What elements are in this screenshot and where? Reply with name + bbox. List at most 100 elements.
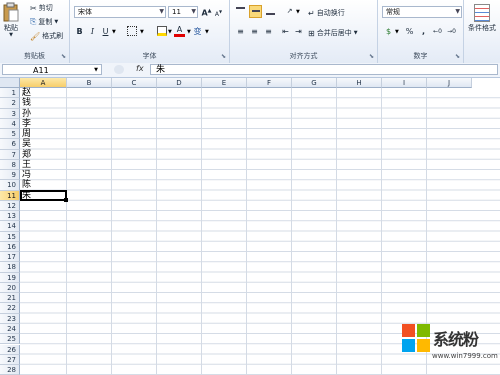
increase-decimal-button[interactable]: ←0 bbox=[432, 26, 443, 37]
decrease-indent-button[interactable]: ⇤ bbox=[280, 26, 291, 37]
align-center-button[interactable]: ≡ bbox=[249, 26, 260, 37]
row-header[interactable]: 28 bbox=[0, 365, 20, 375]
column-header[interactable]: H bbox=[337, 78, 382, 88]
italic-button[interactable]: I bbox=[87, 26, 98, 37]
row-header[interactable]: 25 bbox=[0, 334, 20, 345]
bold-button[interactable]: B bbox=[74, 26, 85, 37]
format-painter-button[interactable]: 🖌 格式刷 bbox=[30, 31, 63, 41]
cell-a-value[interactable]: 孙 bbox=[22, 109, 31, 119]
cell-a-value[interactable]: 赵 bbox=[22, 88, 31, 98]
row-header[interactable]: 1 bbox=[0, 88, 20, 99]
paste-button[interactable]: 粘贴 ▼ bbox=[3, 2, 19, 38]
cell-a-value[interactable]: 周 bbox=[22, 129, 31, 139]
font-size-combo[interactable]: 11 ▼ bbox=[168, 6, 198, 18]
currency-button[interactable]: $ bbox=[383, 26, 394, 37]
row-header[interactable]: 7 bbox=[0, 149, 20, 160]
row-header[interactable]: 14 bbox=[0, 221, 20, 232]
cell-a-value[interactable]: 王 bbox=[22, 160, 31, 170]
fill-color-button[interactable] bbox=[156, 26, 167, 37]
cell-a-value[interactable]: 郑 bbox=[22, 150, 31, 160]
orientation-button[interactable]: ↗ bbox=[284, 6, 295, 17]
align-right-button[interactable]: ≡ bbox=[263, 26, 274, 37]
insert-function-icon[interactable]: fx bbox=[136, 64, 144, 73]
column-header[interactable]: E bbox=[202, 78, 247, 88]
phonetic-button[interactable]: 变 bbox=[192, 26, 203, 37]
row-header[interactable]: 4 bbox=[0, 118, 20, 130]
row-header[interactable]: 12 bbox=[0, 200, 20, 212]
row-header[interactable]: 17 bbox=[0, 252, 20, 263]
font-color-button[interactable]: A bbox=[174, 26, 185, 37]
row-header[interactable]: 13 bbox=[0, 211, 20, 222]
column-header[interactable]: J bbox=[427, 78, 472, 88]
underline-button[interactable]: U bbox=[100, 26, 111, 37]
increase-indent-button[interactable]: ⇥ bbox=[293, 26, 304, 37]
grow-font-button[interactable]: A▲ bbox=[201, 6, 212, 18]
copy-button[interactable]: ⎘ 复制 ▼ bbox=[30, 17, 58, 27]
column-header[interactable]: F bbox=[247, 78, 292, 88]
chevron-down-icon[interactable]: ▼ bbox=[112, 29, 116, 35]
active-cell[interactable] bbox=[20, 190, 68, 203]
dialog-launcher-icon[interactable]: ⬊ bbox=[369, 53, 374, 60]
row-header[interactable]: 23 bbox=[0, 313, 20, 324]
number-format-combo[interactable]: 常规 ▼ bbox=[382, 6, 462, 18]
comma-button[interactable]: , bbox=[418, 26, 429, 37]
conditional-format-button[interactable]: 条件格式 bbox=[468, 4, 496, 33]
row-header[interactable]: 9 bbox=[0, 170, 20, 181]
merge-center-button[interactable]: ⊞ 合并后居中 ▼ bbox=[308, 28, 358, 38]
row-header[interactable]: 22 bbox=[0, 303, 20, 314]
row-header[interactable]: 19 bbox=[0, 272, 20, 283]
row-header[interactable]: 15 bbox=[0, 231, 20, 242]
name-box[interactable]: A11 ▼ bbox=[2, 64, 102, 75]
chevron-down-icon[interactable]: ▼ bbox=[296, 9, 300, 15]
row-header[interactable]: 26 bbox=[0, 344, 20, 355]
row-header[interactable]: 5 bbox=[0, 129, 20, 140]
column-header[interactable]: A bbox=[20, 78, 67, 88]
chevron-down-icon[interactable]: ▼ bbox=[140, 29, 144, 35]
chevron-down-icon[interactable]: ▼ bbox=[168, 29, 172, 35]
row-header[interactable]: 6 bbox=[0, 139, 20, 150]
decrease-decimal-button[interactable]: →0 bbox=[446, 26, 457, 37]
align-top-button[interactable] bbox=[235, 6, 246, 17]
row-header[interactable]: 27 bbox=[0, 354, 20, 365]
chevron-down-icon[interactable]: ▼ bbox=[94, 65, 98, 76]
row-header[interactable]: 20 bbox=[0, 282, 20, 294]
dialog-launcher-icon[interactable]: ⬊ bbox=[221, 53, 226, 60]
cell-a-value[interactable]: 李 bbox=[22, 119, 31, 129]
align-left-button[interactable]: ≡ bbox=[235, 26, 246, 37]
cut-button[interactable]: ✂ 剪切 bbox=[30, 3, 53, 13]
chevron-down-icon[interactable]: ▼ bbox=[395, 29, 399, 35]
column-header[interactable]: D bbox=[157, 78, 202, 88]
row-header[interactable]: 24 bbox=[0, 323, 20, 335]
column-header[interactable]: B bbox=[67, 78, 112, 88]
font-name-combo[interactable]: 宋体 ▼ bbox=[74, 6, 166, 18]
cell-a-value[interactable]: 吴 bbox=[22, 139, 31, 149]
dialog-launcher-icon[interactable]: ⬊ bbox=[455, 53, 460, 60]
resize-handle-icon[interactable] bbox=[114, 65, 124, 74]
cell-a-value[interactable]: 冯 bbox=[22, 170, 31, 180]
row-header[interactable]: 16 bbox=[0, 241, 20, 253]
cell-a-value[interactable]: 陈 bbox=[22, 180, 31, 190]
column-header[interactable]: C bbox=[112, 78, 157, 88]
chevron-down-icon[interactable]: ▼ bbox=[187, 29, 191, 35]
align-bottom-button[interactable] bbox=[265, 6, 276, 17]
fill-handle[interactable] bbox=[64, 198, 68, 203]
border-button[interactable] bbox=[126, 26, 137, 37]
align-middle-button[interactable] bbox=[249, 5, 262, 18]
formula-input[interactable]: 朱 bbox=[150, 64, 498, 75]
row-header[interactable]: 8 bbox=[0, 159, 20, 171]
select-all-corner[interactable] bbox=[0, 78, 20, 88]
chevron-down-icon[interactable]: ▼ bbox=[205, 29, 209, 35]
shrink-font-button[interactable]: A▼ bbox=[213, 6, 224, 18]
dialog-launcher-icon[interactable]: ⬊ bbox=[61, 53, 66, 60]
column-header[interactable]: G bbox=[292, 78, 337, 88]
row-header[interactable]: 18 bbox=[0, 262, 20, 273]
wrap-text-button[interactable]: ↵ 自动换行 bbox=[308, 8, 345, 18]
column-header[interactable]: I bbox=[382, 78, 427, 88]
row-header[interactable]: 3 bbox=[0, 108, 20, 119]
row-header[interactable]: 10 bbox=[0, 180, 20, 191]
row-header[interactable]: 21 bbox=[0, 293, 20, 304]
row-header[interactable]: 11 bbox=[0, 190, 20, 201]
cell-a-value[interactable]: 钱 bbox=[22, 98, 31, 108]
row-header[interactable]: 2 bbox=[0, 98, 20, 109]
percent-button[interactable]: % bbox=[404, 26, 415, 37]
